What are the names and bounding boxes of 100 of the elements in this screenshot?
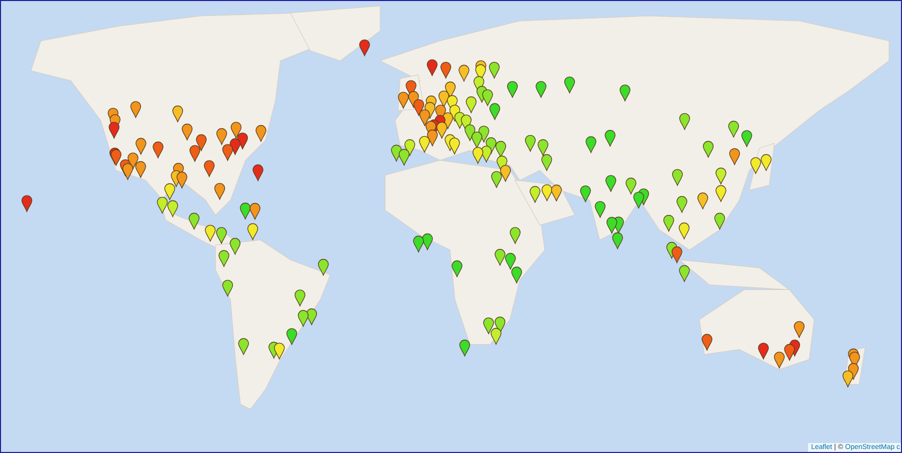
map-marker[interactable] (490, 328, 502, 345)
map-marker[interactable] (204, 160, 215, 177)
map-marker[interactable] (580, 185, 591, 202)
map-marker[interactable] (240, 202, 251, 220)
map-marker[interactable] (679, 265, 690, 282)
map-marker[interactable] (152, 142, 164, 158)
map-marker[interactable] (478, 126, 490, 142)
map-marker[interactable] (697, 192, 708, 210)
map-marker[interactable] (298, 310, 309, 327)
map-marker[interactable] (459, 340, 470, 356)
map-marker[interactable] (530, 186, 540, 203)
map-marker[interactable] (306, 308, 317, 326)
map-marker[interactable] (222, 280, 233, 297)
map-marker[interactable] (419, 109, 430, 126)
map-marker[interactable] (216, 128, 228, 145)
map-marker[interactable] (604, 130, 616, 147)
map-marker[interactable] (774, 352, 785, 368)
map-marker[interactable] (606, 175, 616, 192)
map-marker[interactable] (413, 99, 424, 116)
map-marker[interactable] (250, 202, 260, 220)
map-marker[interactable] (507, 81, 518, 98)
map-marker[interactable] (294, 290, 306, 306)
map-marker[interactable] (542, 184, 552, 202)
map-marker[interactable] (702, 334, 712, 351)
map-marker[interactable] (176, 172, 188, 188)
map-marker[interactable] (760, 154, 772, 171)
map-marker[interactable] (130, 101, 142, 118)
map-marker[interactable] (449, 138, 460, 154)
map-marker[interactable] (238, 338, 249, 355)
map-marker[interactable] (252, 164, 264, 182)
map-marker[interactable] (489, 103, 500, 120)
map-marker[interactable] (216, 227, 227, 244)
map-marker[interactable] (274, 342, 285, 360)
map-marker[interactable] (626, 178, 636, 194)
map-marker[interactable] (214, 182, 226, 200)
map-marker[interactable] (466, 96, 477, 114)
map-marker[interactable] (108, 122, 120, 139)
map-marker[interactable] (491, 171, 502, 188)
map-marker[interactable] (551, 184, 562, 202)
map-marker[interactable] (702, 140, 714, 158)
map-marker[interactable] (164, 183, 176, 200)
map-marker[interactable] (750, 157, 762, 174)
map-marker[interactable] (256, 125, 266, 142)
map-marker[interactable] (606, 216, 618, 234)
map-marker[interactable] (444, 82, 456, 98)
map-marker[interactable] (458, 64, 470, 82)
map-marker[interactable] (128, 152, 138, 170)
map-marker[interactable] (398, 92, 409, 109)
map-marker[interactable] (196, 134, 207, 151)
map-marker[interactable] (230, 238, 240, 255)
map-marker[interactable] (716, 185, 726, 202)
map-marker[interactable] (679, 113, 690, 130)
map-marker[interactable] (620, 84, 630, 102)
map-marker[interactable] (794, 321, 805, 338)
map-marker[interactable] (422, 233, 433, 250)
map-marker[interactable] (663, 214, 674, 232)
map-marker[interactable] (482, 89, 493, 106)
map-marker[interactable] (472, 132, 482, 148)
map-marker[interactable] (564, 76, 575, 94)
map-marker[interactable] (494, 316, 506, 334)
map-marker[interactable] (586, 136, 596, 153)
map-marker[interactable] (419, 136, 430, 153)
map-marker[interactable] (842, 370, 854, 388)
map-marker[interactable] (511, 266, 522, 284)
map-marker[interactable] (391, 144, 402, 162)
map-marker[interactable] (633, 192, 644, 208)
map-marker[interactable] (182, 124, 192, 140)
map-marker[interactable] (594, 201, 606, 218)
map-marker[interactable] (167, 200, 178, 217)
map-marker[interactable] (359, 39, 370, 56)
map-marker[interactable] (230, 138, 240, 155)
map-marker[interactable] (22, 195, 32, 212)
map-marker[interactable] (188, 212, 200, 230)
map-marker[interactable] (247, 223, 258, 240)
map-marker[interactable] (729, 148, 740, 165)
map-marker[interactable] (237, 132, 248, 150)
map-marker[interactable] (398, 148, 410, 166)
map-marker[interactable] (495, 140, 506, 158)
map-marker[interactable] (438, 90, 450, 108)
map-marker[interactable] (678, 222, 690, 240)
map-marker[interactable] (436, 122, 448, 139)
map-marker[interactable] (204, 224, 216, 242)
map-marker[interactable] (483, 317, 494, 334)
map-marker[interactable] (541, 154, 552, 171)
map-marker[interactable] (612, 232, 623, 250)
map-marker[interactable] (136, 138, 146, 155)
map-marker[interactable] (156, 196, 168, 214)
map-marker[interactable] (427, 130, 438, 146)
map-marker[interactable] (452, 260, 462, 278)
map-marker[interactable] (741, 130, 752, 147)
map-marker[interactable] (716, 168, 726, 184)
map-marker[interactable] (728, 120, 739, 138)
map-marker[interactable] (481, 146, 492, 162)
map-marker[interactable] (714, 212, 726, 230)
map-marker[interactable] (426, 59, 438, 76)
map-marker[interactable] (672, 169, 683, 186)
map-marker[interactable] (222, 144, 233, 161)
map-marker[interactable] (190, 145, 200, 162)
map-marker[interactable] (672, 246, 682, 264)
map-marker[interactable] (524, 134, 536, 152)
